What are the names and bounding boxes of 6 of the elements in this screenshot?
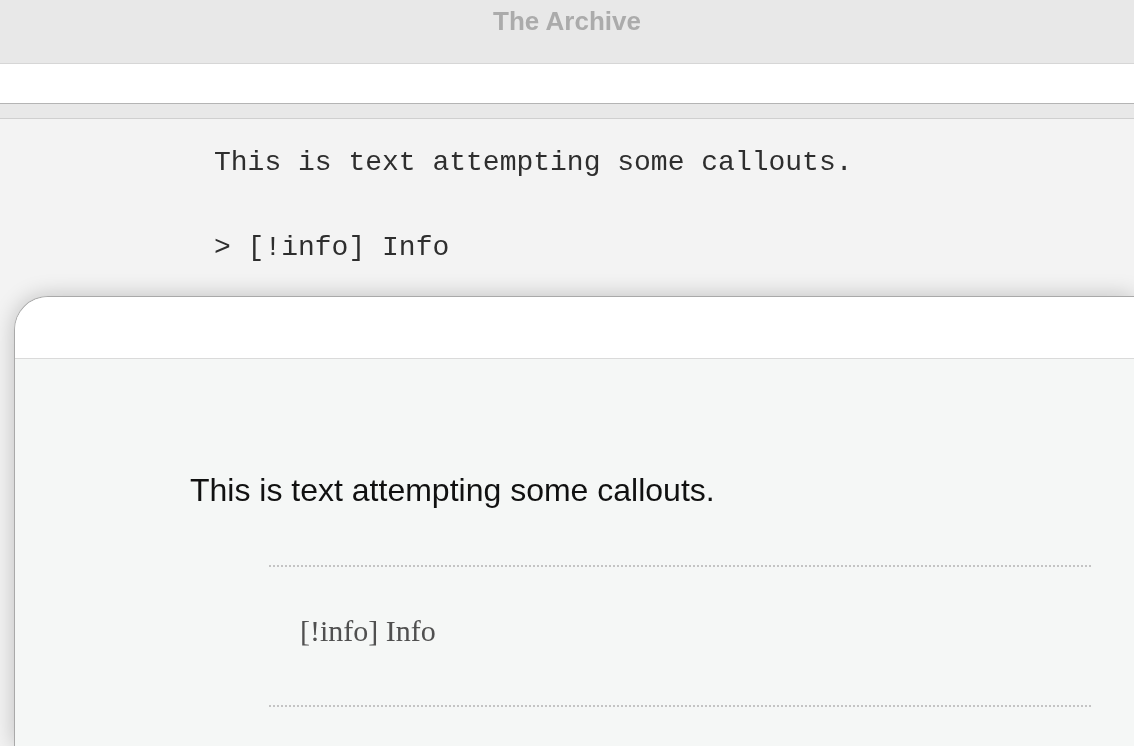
preview-paragraph: This is text attempting some callouts. — [190, 472, 715, 508]
window-title: The Archive — [493, 8, 641, 38]
editor-text: > [!info] Info — [214, 232, 450, 263]
search-field[interactable] — [0, 63, 1134, 104]
quote-text: [!info] Info — [300, 613, 436, 649]
editor-text: This is text attempting some callouts. — [214, 147, 853, 178]
